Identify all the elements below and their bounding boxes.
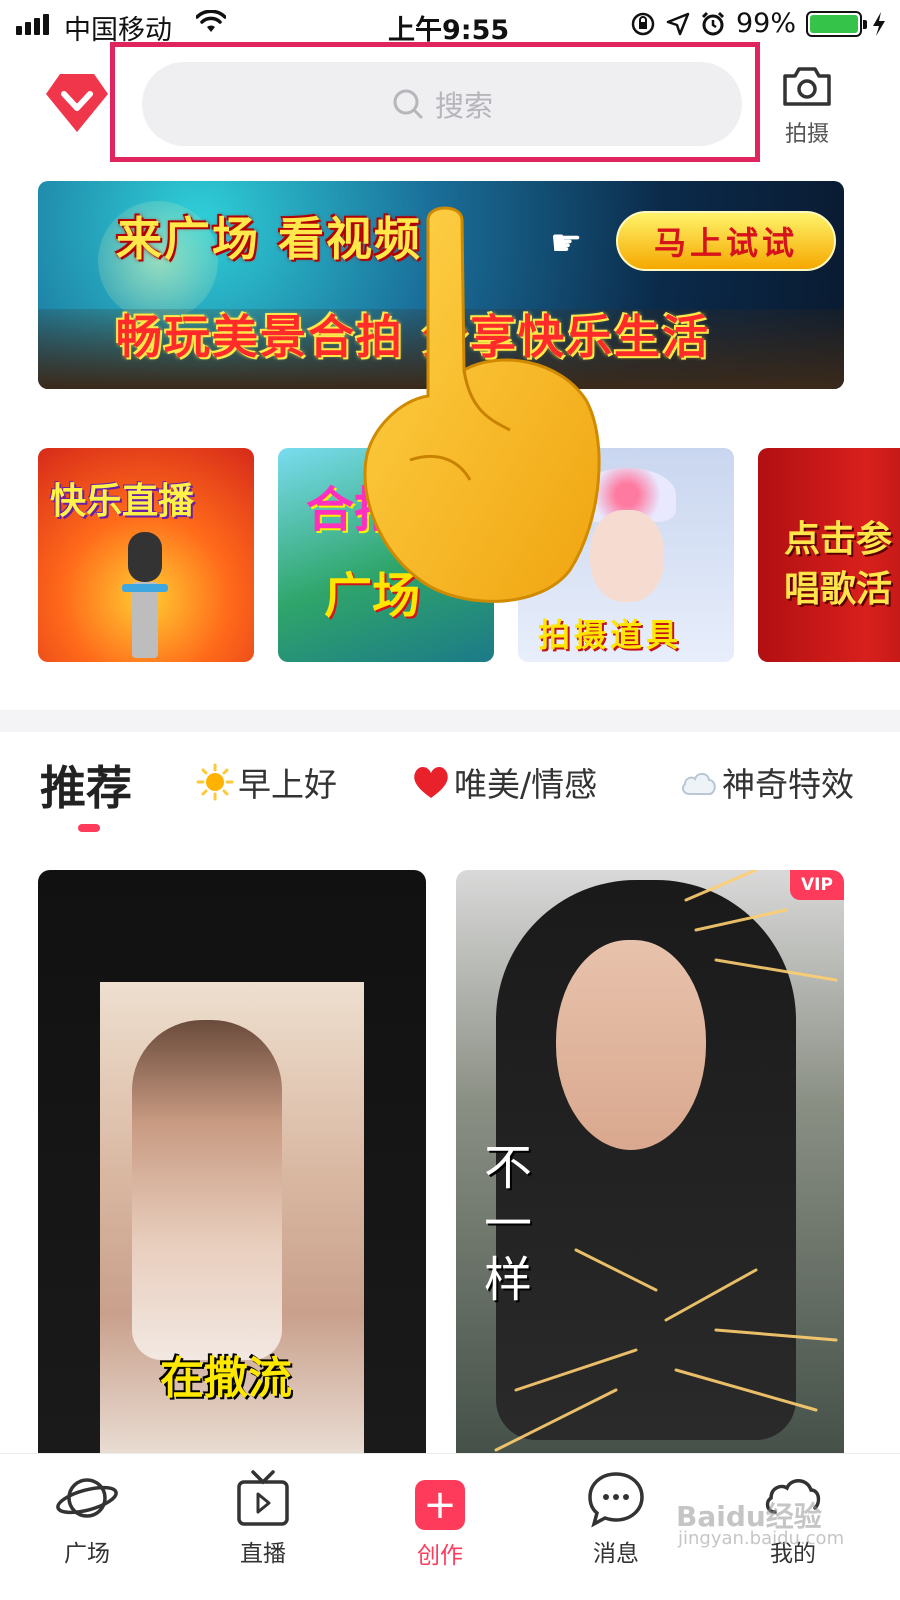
watermark-url: jingyan.baidu.com — [678, 1528, 845, 1549]
battery-percent: 99% — [735, 8, 796, 39]
banner-cta-button[interactable]: 马上试试 — [616, 211, 836, 271]
battery-icon — [806, 10, 867, 37]
signal-icon — [16, 14, 49, 35]
feed-card[interactable]: 在撒流 — [38, 870, 426, 1456]
tab-good-morning[interactable]: 早上好 — [196, 758, 337, 806]
status-bar: 中国移动 上午9:55 99% — [0, 0, 900, 48]
nav-square[interactable]: 广场 — [32, 1468, 142, 1568]
chat-bubble-icon — [588, 1472, 644, 1528]
search-placeholder: 搜索 — [434, 89, 493, 123]
tab-recommend-label: 推荐 — [40, 761, 132, 815]
banner-subline: 畅玩美景合拍 分享快乐生活 — [116, 310, 711, 364]
feed-person-shape — [132, 1020, 282, 1360]
microphone-icon — [122, 532, 168, 658]
card-live-title: 快乐直播 — [50, 481, 195, 522]
heart-diamond-logo-icon[interactable] — [44, 72, 110, 134]
tab-effects-label: 神奇特效 — [722, 765, 854, 804]
rotation-lock-icon — [631, 12, 655, 35]
promo-banner[interactable]: 来广场 看视频 ☛ 马上试试 畅玩美景合拍 分享快乐生活 — [38, 181, 844, 389]
card-props-title: 拍摄道具 — [538, 616, 683, 654]
sun-icon — [196, 763, 234, 801]
section-divider — [0, 710, 900, 732]
nav-messages-label: 消息 — [593, 1541, 639, 1567]
alarm-icon — [701, 11, 725, 35]
card-singing-title-top: 点击参 — [784, 519, 893, 560]
tab-recommend[interactable]: 推荐 — [40, 752, 132, 818]
charging-bolt-icon — [873, 11, 885, 36]
wifi-icon — [196, 10, 226, 32]
card-duet-title-bottom: 广场 — [324, 568, 421, 624]
banner-headline: 来广场 看视频 — [116, 212, 423, 266]
card-live[interactable]: 快乐直播 — [38, 448, 254, 662]
category-cards: 快乐直播 合拍 广场 拍摄道具 点击参 唱歌活 — [38, 448, 900, 664]
feed-caption: 不一样 — [484, 1140, 533, 1308]
nav-square-label: 广场 — [64, 1541, 110, 1567]
plus-icon: + — [415, 1480, 465, 1530]
feed-caption: 在撒流 — [160, 1353, 292, 1404]
planet-icon — [56, 1478, 118, 1518]
nav-create-label: 创作 — [417, 1543, 463, 1569]
search-icon — [393, 89, 423, 119]
pointing-hand-icon: ☛ — [550, 223, 583, 264]
nav-messages[interactable]: 消息 — [561, 1468, 671, 1568]
card-singing-title-bottom: 唱歌活 — [784, 569, 893, 610]
card-singing[interactable]: 点击参 唱歌活 — [758, 448, 900, 662]
nav-live[interactable]: 直播 — [208, 1468, 318, 1568]
tv-icon — [237, 1470, 289, 1526]
search-input[interactable]: 搜索 — [142, 62, 742, 146]
active-tab-indicator — [78, 824, 100, 832]
vip-badge: VIP — [790, 870, 844, 900]
location-arrow-icon — [666, 12, 690, 35]
card-duet-title-top: 合拍 — [306, 482, 403, 538]
cloud-icon — [681, 772, 716, 795]
card-props[interactable]: 拍摄道具 — [518, 448, 734, 662]
feed-card[interactable]: VIP 不一样 — [456, 870, 844, 1456]
camera-icon — [783, 67, 831, 106]
category-tabs: 推荐 早上好 唯美/情感 神奇特效 — [0, 752, 900, 836]
heart-icon — [414, 767, 448, 798]
nav-create[interactable]: + 创作 — [385, 1468, 495, 1570]
tab-romantic[interactable]: 唯美/情感 — [412, 758, 597, 806]
tab-romantic-label: 唯美/情感 — [454, 765, 598, 804]
tab-effects[interactable]: 神奇特效 — [680, 758, 854, 806]
nav-live-label: 直播 — [240, 1541, 286, 1567]
camera-label: 拍摄 — [784, 122, 829, 147]
camera-button[interactable]: 拍摄 — [772, 64, 842, 154]
portrait-face — [590, 510, 664, 602]
card-duet-square[interactable]: 合拍 广场 — [278, 448, 494, 662]
tab-good-morning-label: 早上好 — [238, 765, 337, 804]
status-right: 99% — [630, 8, 886, 39]
